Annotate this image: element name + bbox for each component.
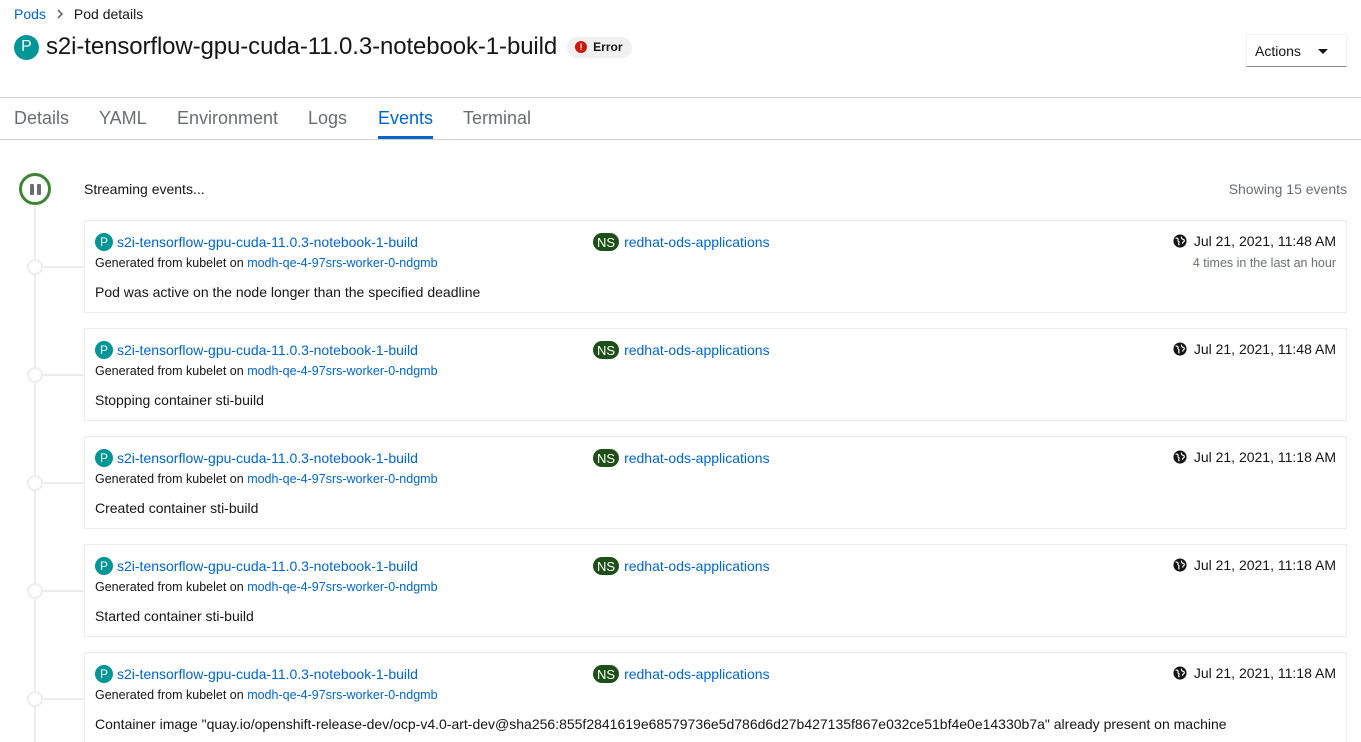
timeline-connector: [43, 482, 84, 484]
event-source: Generated from kubelet on modh-qe-4-97sr…: [95, 580, 438, 594]
pause-icon: [29, 183, 34, 195]
event-message: Stopping container sti-build: [95, 392, 264, 408]
tab-terminal[interactable]: Terminal: [463, 108, 531, 139]
event-namespace-link[interactable]: redhat-ods-applications: [624, 558, 770, 574]
exclamation-circle-icon: !: [575, 41, 588, 53]
globe-icon: [1173, 558, 1187, 572]
tab-yaml[interactable]: YAML: [99, 108, 147, 139]
tab-environment[interactable]: Environment: [177, 108, 278, 139]
timeline-connector: [43, 698, 84, 700]
chevron-right-icon: [56, 9, 64, 19]
events-count: Showing 15 events: [1228, 181, 1347, 197]
event-source: Generated from kubelet on modh-qe-4-97sr…: [95, 256, 438, 270]
breadcrumb-current: Pod details: [73, 6, 144, 22]
event-message: Pod was active on the node longer than t…: [95, 284, 481, 300]
event-source: Generated from kubelet on modh-qe-4-97sr…: [95, 472, 438, 486]
event-resource-link[interactable]: s2i-tensorflow-gpu-cuda-11.0.3-notebook-…: [117, 666, 418, 682]
event-resource-link[interactable]: s2i-tensorflow-gpu-cuda-11.0.3-notebook-…: [117, 450, 418, 466]
event-timestamp: Jul 21, 2021, 11:48 AM: [1173, 341, 1336, 357]
event-card: P s2i-tensorflow-gpu-cuda-11.0.3-noteboo…: [84, 220, 1347, 313]
pod-badge: P: [95, 665, 113, 683]
event-namespace: NS redhat-ods-applications: [593, 557, 770, 575]
event-node-link[interactable]: modh-qe-4-97srs-worker-0-ndgmb: [247, 580, 437, 594]
namespace-badge: NS: [593, 233, 620, 251]
pod-tabs: Details YAML Environment Logs Events Ter…: [0, 98, 1361, 140]
namespace-badge: NS: [593, 449, 620, 467]
globe-icon: [1173, 342, 1187, 356]
event-namespace: NS redhat-ods-applications: [593, 341, 770, 359]
tab-events[interactable]: Events: [378, 108, 434, 139]
actions-label: Actions: [1255, 42, 1301, 59]
event-message: Created container sti-build: [95, 500, 259, 516]
event-card: P s2i-tensorflow-gpu-cuda-11.0.3-noteboo…: [84, 652, 1347, 742]
event-timestamp: Jul 21, 2021, 11:18 AM: [1173, 449, 1336, 465]
event-timestamp: Jul 21, 2021, 11:18 AM: [1173, 665, 1336, 681]
event-namespace-link[interactable]: redhat-ods-applications: [624, 234, 770, 250]
event-card: P s2i-tensorflow-gpu-cuda-11.0.3-noteboo…: [84, 328, 1347, 421]
event-namespace-link[interactable]: redhat-ods-applications: [624, 666, 770, 682]
event-namespace: NS redhat-ods-applications: [593, 233, 770, 251]
pod-badge: P: [95, 233, 113, 251]
timeline-line: [34, 204, 36, 742]
event-source: Generated from kubelet on modh-qe-4-97sr…: [95, 688, 438, 702]
timeline-dot: [27, 367, 43, 383]
timeline-dot: [27, 691, 43, 707]
pod-badge: P: [95, 557, 113, 575]
timeline-connector: [43, 266, 84, 268]
tab-logs[interactable]: Logs: [308, 108, 347, 139]
event-resource-link[interactable]: s2i-tensorflow-gpu-cuda-11.0.3-notebook-…: [117, 558, 418, 574]
event-resource: P s2i-tensorflow-gpu-cuda-11.0.3-noteboo…: [95, 665, 418, 683]
breadcrumb: Pods Pod details: [14, 6, 143, 22]
pod-resource-badge: P: [14, 34, 39, 60]
pod-badge: P: [95, 449, 113, 467]
namespace-badge: NS: [593, 665, 620, 683]
event-message: Started container sti-build: [95, 608, 254, 624]
event-card: P s2i-tensorflow-gpu-cuda-11.0.3-noteboo…: [84, 436, 1347, 529]
actions-dropdown-button[interactable]: Actions: [1246, 34, 1347, 67]
event-resource-link[interactable]: s2i-tensorflow-gpu-cuda-11.0.3-notebook-…: [117, 342, 418, 358]
streaming-status: Streaming events...: [84, 181, 205, 197]
namespace-badge: NS: [593, 557, 620, 575]
event-resource-link[interactable]: s2i-tensorflow-gpu-cuda-11.0.3-notebook-…: [117, 234, 418, 250]
tab-details[interactable]: Details: [14, 108, 69, 139]
event-repeat-count: 4 times in the last an hour: [1192, 256, 1336, 270]
event-resource: P s2i-tensorflow-gpu-cuda-11.0.3-noteboo…: [95, 233, 418, 251]
event-node-link[interactable]: modh-qe-4-97srs-worker-0-ndgmb: [247, 256, 437, 270]
timeline-connector: [43, 374, 84, 376]
event-namespace: NS redhat-ods-applications: [593, 449, 770, 467]
event-namespace: NS redhat-ods-applications: [593, 665, 770, 683]
globe-icon: [1173, 666, 1187, 680]
timeline-dot: [27, 583, 43, 599]
namespace-badge: NS: [593, 341, 620, 359]
event-resource: P s2i-tensorflow-gpu-cuda-11.0.3-noteboo…: [95, 557, 418, 575]
status-badge: ! Error: [567, 36, 632, 58]
globe-icon: [1173, 234, 1187, 248]
caret-down-icon: [1318, 49, 1328, 54]
page-title: s2i-tensorflow-gpu-cuda-11.0.3-notebook-…: [46, 33, 558, 60]
event-resource: P s2i-tensorflow-gpu-cuda-11.0.3-noteboo…: [95, 449, 418, 467]
pod-badge: P: [95, 341, 113, 359]
breadcrumb-pods-link[interactable]: Pods: [14, 6, 46, 22]
event-timestamp: Jul 21, 2021, 11:18 AM: [1173, 557, 1336, 573]
event-message: Container image "quay.io/openshift-relea…: [95, 716, 1227, 732]
timeline-connector: [43, 590, 84, 592]
event-timestamp: Jul 21, 2021, 11:48 AM: [1173, 233, 1336, 249]
event-namespace-link[interactable]: redhat-ods-applications: [624, 342, 770, 358]
timeline-dot: [27, 475, 43, 491]
pause-streaming-button[interactable]: [19, 173, 51, 205]
event-resource: P s2i-tensorflow-gpu-cuda-11.0.3-noteboo…: [95, 341, 418, 359]
timeline-dot: [27, 259, 43, 275]
globe-icon: [1173, 450, 1187, 464]
page-heading: P s2i-tensorflow-gpu-cuda-11.0.3-noteboo…: [14, 33, 632, 61]
event-source: Generated from kubelet on modh-qe-4-97sr…: [95, 364, 438, 378]
event-node-link[interactable]: modh-qe-4-97srs-worker-0-ndgmb: [247, 472, 437, 486]
event-namespace-link[interactable]: redhat-ods-applications: [624, 450, 770, 466]
status-text: Error: [593, 40, 623, 54]
event-node-link[interactable]: modh-qe-4-97srs-worker-0-ndgmb: [247, 364, 437, 378]
event-node-link[interactable]: modh-qe-4-97srs-worker-0-ndgmb: [247, 688, 437, 702]
event-card: P s2i-tensorflow-gpu-cuda-11.0.3-noteboo…: [84, 544, 1347, 637]
